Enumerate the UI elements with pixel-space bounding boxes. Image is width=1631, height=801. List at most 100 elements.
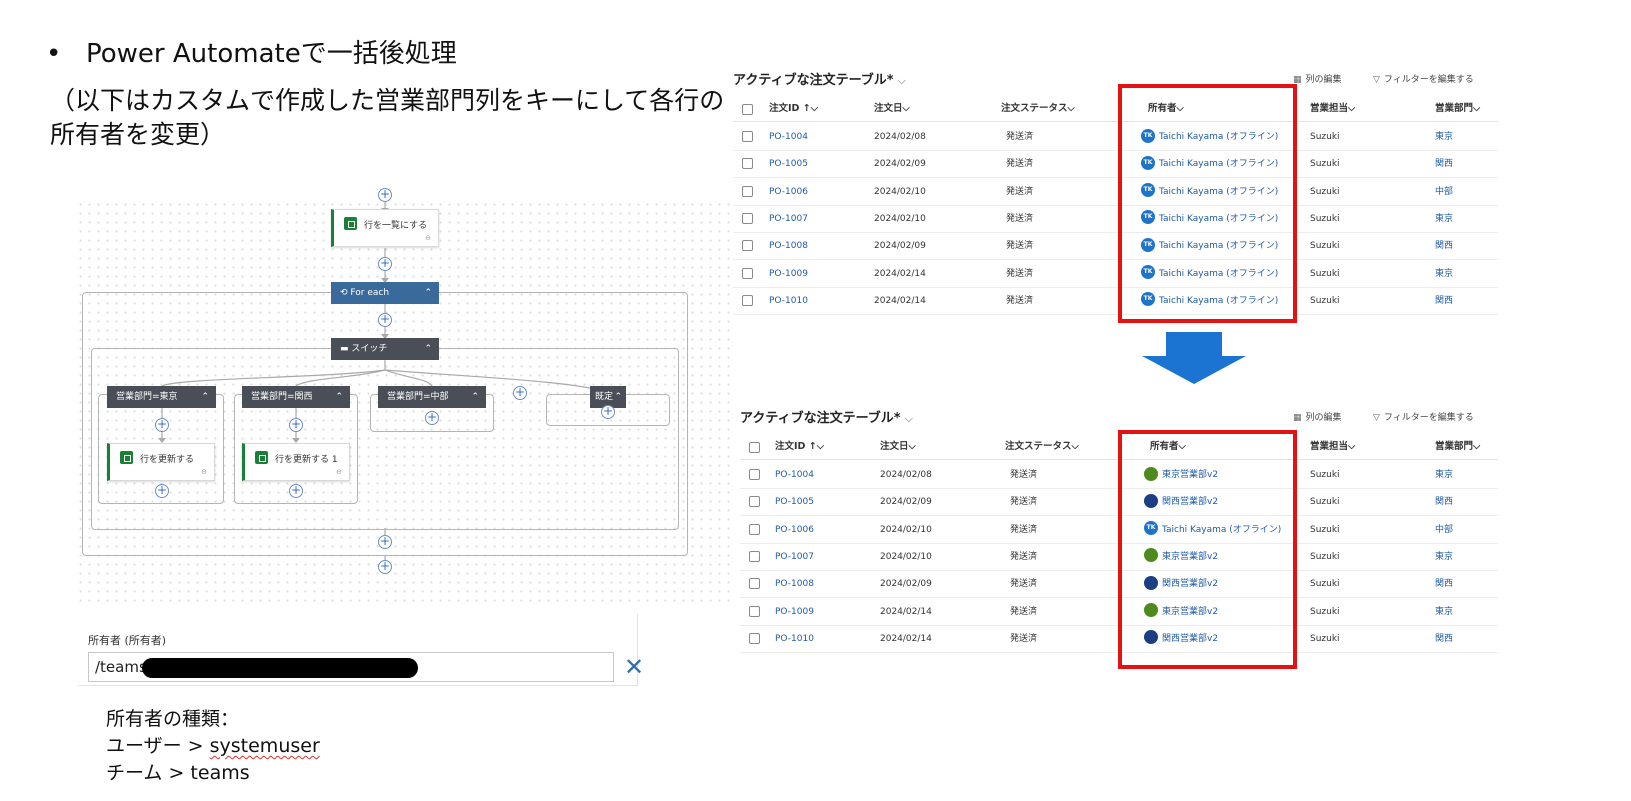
row-checkbox[interactable] (749, 469, 760, 480)
table-row[interactable]: PO-1006 2024/02/10 発送済 TK Taichi Kayama (オフラ… (733, 178, 1498, 206)
col-sales-rep[interactable]: 営業担当⌵ (1310, 434, 1355, 460)
row-checkbox[interactable] (749, 523, 760, 535)
for-each-header[interactable]: ⟲ For each ⌃ (331, 282, 439, 304)
col-order-date[interactable]: 注文日⌵ (880, 434, 916, 460)
select-all-checkbox[interactable] (742, 104, 753, 115)
col-order-date[interactable]: 注文日⌵ (874, 96, 910, 122)
row-checkbox[interactable] (749, 605, 760, 617)
col-department[interactable]: 営業部門⌵ (1435, 434, 1480, 460)
row-checkbox[interactable] (742, 294, 753, 306)
table-row[interactable]: PO-1010 2024/02/14 発送済 TK Taichi Kayama (オフラ… (733, 287, 1498, 315)
table-row[interactable]: PO-1009 2024/02/14 発送済 TK Taichi Kayama (オフラ… (733, 260, 1498, 288)
col-order-id[interactable]: 注文ID ↑⌵ (775, 434, 824, 460)
row-checkbox[interactable] (749, 578, 760, 590)
order-id-link[interactable]: PO-1010 (775, 625, 814, 653)
chevron-up-icon[interactable]: ⌃ (201, 386, 209, 408)
department-link[interactable]: 東京 (1435, 260, 1453, 288)
col-status[interactable]: 注文ステータス⌵ (1005, 434, 1079, 460)
order-status: 発送済 (1006, 295, 1034, 306)
add-step-icon[interactable]: + (601, 405, 615, 419)
table-title[interactable]: アクティブな注文テーブル* ⌵ (733, 69, 906, 88)
edit-columns-button[interactable]: ▦ 列の編集 (1293, 410, 1342, 423)
row-checkbox[interactable] (742, 158, 753, 170)
row-checkbox[interactable] (742, 185, 753, 197)
order-id-link[interactable]: PO-1006 (775, 516, 814, 544)
flow-canvas[interactable]: + 行を一覧にする ⊖ + ⟲ For each ⌃ + ▬ スイッチ ⌃ 営業… (76, 188, 730, 606)
department-link[interactable]: 東京 (1435, 123, 1453, 151)
add-case-icon[interactable]: + (513, 386, 527, 400)
chevron-up-icon[interactable]: ⌃ (424, 282, 432, 304)
department-link[interactable]: 東京 (1435, 461, 1453, 489)
department-link[interactable]: 関西 (1435, 287, 1453, 315)
chevron-up-icon[interactable]: ⌃ (614, 386, 622, 408)
edit-filters-button[interactable]: ▽ フィルターを編集する (1373, 410, 1474, 423)
order-id-link[interactable]: PO-1007 (769, 205, 808, 233)
order-id-link[interactable]: PO-1008 (775, 570, 814, 598)
order-id-link[interactable]: PO-1005 (769, 150, 808, 178)
add-step-icon[interactable]: + (155, 484, 169, 498)
chevron-up-icon[interactable]: ⌃ (471, 386, 479, 408)
add-step-icon[interactable]: + (289, 484, 303, 498)
order-id-link[interactable]: PO-1009 (775, 598, 814, 626)
department-link[interactable]: 関西 (1435, 232, 1453, 260)
department-link[interactable]: 関西 (1435, 625, 1453, 653)
order-id-link[interactable]: PO-1005 (775, 488, 814, 516)
case-chubu-header[interactable]: 営業部門=中部 ⌃ (378, 386, 486, 408)
col-department[interactable]: 営業部門⌵ (1435, 96, 1480, 122)
chevron-up-icon[interactable]: ⌃ (335, 386, 343, 408)
list-rows-action[interactable]: 行を一覧にする ⊖ (331, 209, 439, 247)
department-link[interactable]: 中部 (1435, 516, 1453, 544)
order-status: 発送済 (1010, 497, 1038, 508)
switch-header[interactable]: ▬ スイッチ ⌃ (331, 338, 439, 360)
chevron-up-icon[interactable]: ⌃ (424, 338, 432, 360)
department-link[interactable]: 関西 (1435, 570, 1453, 598)
order-id-link[interactable]: PO-1004 (769, 123, 808, 151)
order-id-link[interactable]: PO-1009 (769, 260, 808, 288)
add-step-icon[interactable]: + (289, 418, 303, 432)
row-checkbox[interactable] (742, 131, 753, 142)
table-row[interactable]: PO-1007 2024/02/10 発送済 TK Taichi Kayama (オフラ… (733, 205, 1498, 233)
row-checkbox[interactable] (742, 212, 753, 224)
select-all-checkbox[interactable] (749, 442, 760, 453)
order-date: 2024/02/10 (874, 186, 926, 197)
col-order-id[interactable]: 注文ID ↑⌵ (769, 96, 818, 122)
department-link[interactable]: 関西 (1435, 150, 1453, 178)
table-title[interactable]: アクティブな注文テーブル* ⌵ (740, 407, 913, 426)
department-link[interactable]: 東京 (1435, 543, 1453, 571)
row-checkbox[interactable] (749, 496, 760, 508)
case-kansai-header[interactable]: 営業部門=関西 ⌃ (242, 386, 350, 408)
table-row[interactable]: PO-1008 2024/02/09 発送済 TK Taichi Kayama (オフラ… (733, 232, 1498, 261)
add-step-icon[interactable]: + (425, 411, 439, 425)
row-checkbox[interactable] (749, 632, 760, 644)
col-status[interactable]: 注文ステータス⌵ (1001, 96, 1075, 122)
edit-columns-button[interactable]: ▦ 列の編集 (1293, 72, 1342, 85)
case-tokyo-header[interactable]: 営業部門=東京 ⌃ (107, 386, 216, 408)
add-step-icon[interactable]: + (378, 313, 392, 327)
department-link[interactable]: 中部 (1435, 178, 1453, 206)
close-icon[interactable]: ✕ (624, 654, 644, 680)
sales-rep: Suzuki (1310, 606, 1340, 617)
sales-rep: Suzuki (1310, 579, 1340, 590)
order-id-link[interactable]: PO-1004 (775, 461, 814, 489)
row-checkbox[interactable] (742, 267, 753, 279)
add-step-icon[interactable]: + (378, 535, 392, 549)
update-row-action[interactable]: 行を更新する ⊖ (107, 443, 215, 481)
add-step-icon[interactable]: + (155, 418, 169, 432)
row-checkbox[interactable] (749, 550, 760, 562)
add-step-icon[interactable]: + (378, 257, 392, 271)
col-sales-rep[interactable]: 営業担当⌵ (1310, 96, 1355, 122)
table-row[interactable]: PO-1004 2024/02/08 発送済 TK Taichi Kayama (オフラ… (733, 123, 1498, 151)
add-step-icon[interactable]: + (378, 188, 392, 202)
order-id-link[interactable]: PO-1007 (775, 543, 814, 571)
department-link[interactable]: 関西 (1435, 488, 1453, 516)
department-link[interactable]: 東京 (1435, 598, 1453, 626)
add-step-icon[interactable]: + (378, 560, 392, 574)
order-id-link[interactable]: PO-1010 (769, 287, 808, 315)
order-id-link[interactable]: PO-1006 (769, 178, 808, 206)
update-row-1-action[interactable]: 行を更新する 1 ⊖ (242, 443, 350, 481)
order-id-link[interactable]: PO-1008 (769, 232, 808, 260)
edit-filters-button[interactable]: ▽ フィルターを編集する (1373, 72, 1474, 85)
department-link[interactable]: 東京 (1435, 205, 1453, 233)
table-row[interactable]: PO-1005 2024/02/09 発送済 TK Taichi Kayama (オフラ… (733, 150, 1498, 179)
row-checkbox[interactable] (742, 240, 753, 252)
